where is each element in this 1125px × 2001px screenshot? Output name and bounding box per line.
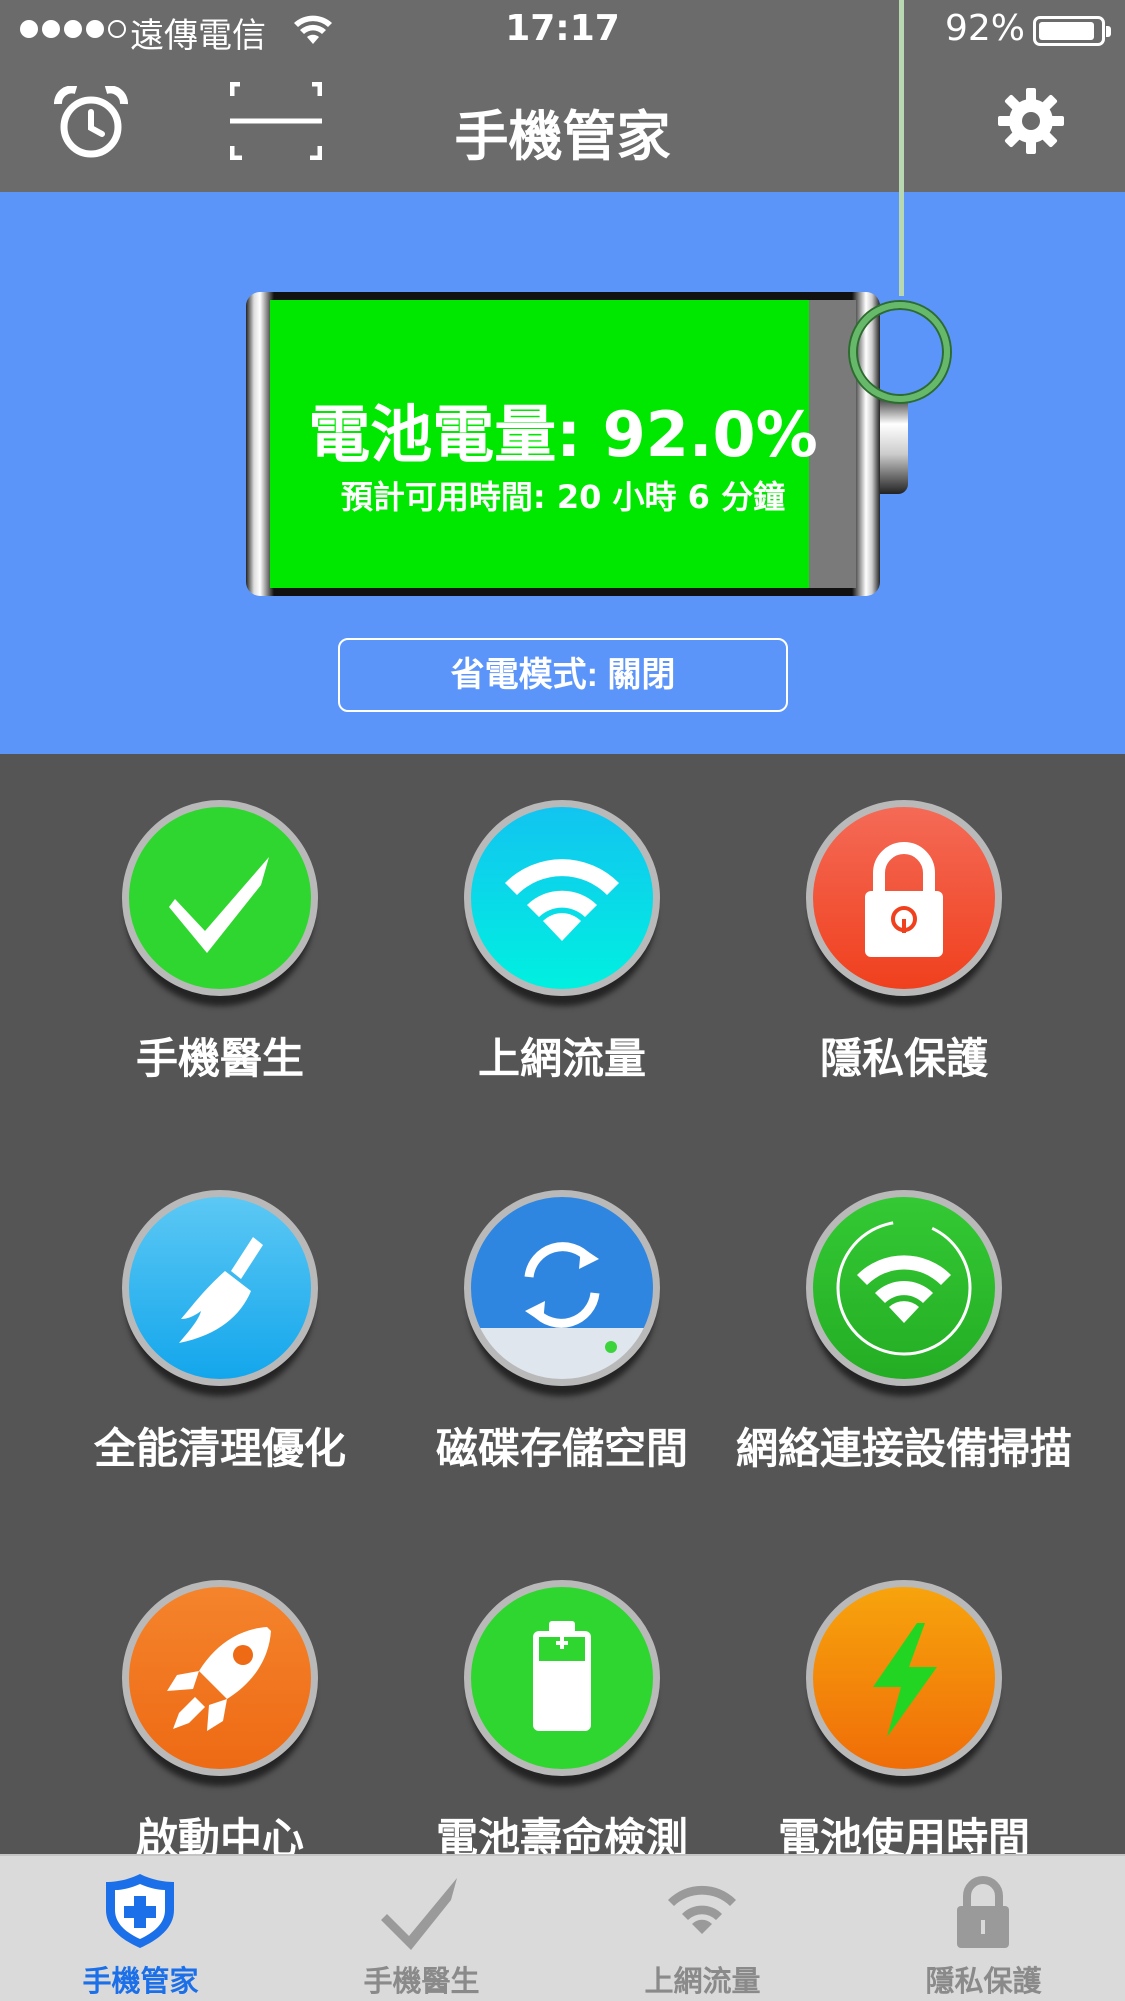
- feature-cleanup[interactable]: 全能清理優化: [50, 1190, 390, 1476]
- disk-storage-button[interactable]: [464, 1190, 660, 1386]
- tab-label: 隱私保護: [925, 1964, 1042, 1998]
- battery-remaining-text: 預計可用時間: 20 小時 6 分鐘: [340, 478, 786, 516]
- feature-battery-usage[interactable]: 電池使用時間: [734, 1580, 1074, 1854]
- feature-label: 隱私保護: [819, 1034, 988, 1083]
- battery-panel: 電池電量: 92.0% 預計可用時間: 20 小時 6 分鐘 省電模式: 關閉: [0, 0, 1125, 754]
- feature-phone-doctor[interactable]: 手機醫生: [50, 800, 390, 1086]
- feature-data-usage[interactable]: 上網流量: [392, 800, 732, 1086]
- battery-usage-button[interactable]: [806, 1580, 1002, 1776]
- feature-network-scan[interactable]: 網絡連接設備掃描: [734, 1190, 1074, 1476]
- privacy-button[interactable]: [806, 800, 1002, 996]
- hook-ring-icon: [850, 302, 950, 402]
- tab-bar: 手機管家 手機醫生 上網流量 隱私保護: [0, 1854, 1125, 2001]
- broom-icon: [179, 1237, 263, 1343]
- battery-icon: [533, 1621, 591, 1731]
- feature-label: 磁碟存儲空間: [435, 1424, 688, 1473]
- power-saving-mode-button[interactable]: 省電模式: 關閉: [338, 638, 788, 712]
- tab-label: 手機醫生: [363, 1964, 480, 1998]
- feature-label: 上網流量: [477, 1034, 646, 1083]
- feature-label: 電池壽命檢測: [435, 1814, 688, 1854]
- tab-phone-manager[interactable]: 手機管家: [0, 1856, 281, 2001]
- feature-label: 手機醫生: [135, 1034, 304, 1083]
- feature-grid: 手機醫生 上網流量 隱私保護 全能清理優化 磁碟存儲空間 網絡連接設備掃描 啟動…: [0, 754, 1125, 1854]
- wifi-icon: [668, 1885, 736, 1934]
- disk-sync-icon: [524, 1242, 617, 1353]
- data-usage-button[interactable]: [464, 800, 660, 996]
- rocket-icon: [167, 1627, 271, 1731]
- wifi-icon: [505, 859, 619, 941]
- shield-plus-icon: [106, 1874, 174, 1948]
- feature-startup-center[interactable]: 啟動中心: [50, 1580, 390, 1854]
- battery-status-icon: [1033, 16, 1111, 46]
- feature-label: 電池使用時間: [777, 1814, 1030, 1854]
- checkmark-icon: [169, 857, 269, 953]
- hanging-string: [899, 0, 904, 296]
- lock-icon: [865, 842, 943, 957]
- feature-label: 啟動中心: [135, 1814, 304, 1854]
- feature-privacy[interactable]: 隱私保護: [734, 800, 1074, 1086]
- checkmark-icon: [381, 1878, 457, 1950]
- battery-graphic: 電池電量: 92.0% 預計可用時間: 20 小時 6 分鐘: [246, 292, 908, 596]
- feature-label: 全能清理優化: [93, 1424, 346, 1473]
- page-title: 手機管家: [454, 105, 671, 168]
- battery-life-button[interactable]: [464, 1580, 660, 1776]
- network-scan-button[interactable]: [806, 1190, 1002, 1386]
- battery-percent: 92%: [944, 8, 1025, 49]
- battery-charge-text: 電池電量: 92.0%: [308, 398, 818, 471]
- tab-label: 手機管家: [82, 1964, 199, 1998]
- feature-disk-storage[interactable]: 磁碟存儲空間: [392, 1190, 732, 1476]
- cleanup-button[interactable]: [122, 1190, 318, 1386]
- gear-icon[interactable]: [998, 88, 1064, 154]
- startup-center-button[interactable]: [122, 1580, 318, 1776]
- lightning-icon: [873, 1623, 937, 1737]
- status-bar: 遠傳電信 17:17 92%: [0, 0, 1125, 60]
- tab-data-usage[interactable]: 上網流量: [562, 1856, 843, 2001]
- wifi-scan-icon: [836, 1220, 972, 1356]
- feature-battery-life[interactable]: 電池壽命檢測: [392, 1580, 732, 1854]
- tab-phone-doctor[interactable]: 手機醫生: [281, 1856, 562, 2001]
- lock-icon: [957, 1876, 1009, 1948]
- tab-privacy[interactable]: 隱私保護: [843, 1856, 1124, 2001]
- top-bar: 遠傳電信 17:17 92% 手機管家: [0, 0, 1125, 192]
- phone-doctor-button[interactable]: [122, 800, 318, 996]
- feature-label: 網絡連接設備掃描: [735, 1424, 1072, 1473]
- tab-label: 上網流量: [644, 1964, 761, 1998]
